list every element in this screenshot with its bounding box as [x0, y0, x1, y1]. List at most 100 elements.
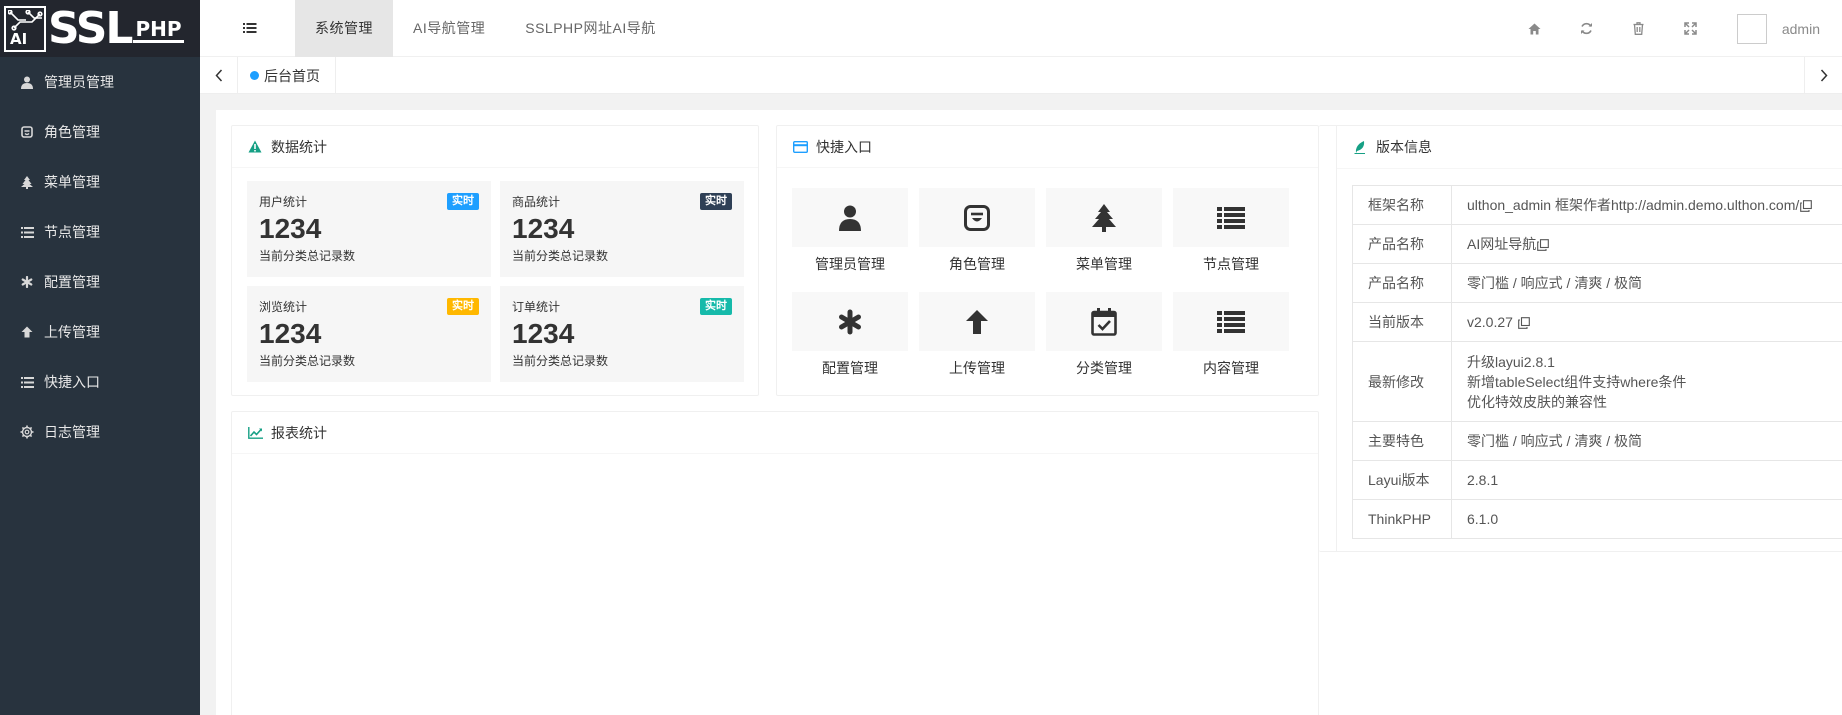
quick-item-label: 节点管理	[1203, 256, 1259, 272]
sidebar-item-log[interactable]: 日志管理	[0, 407, 200, 457]
version-value: 6.1.0	[1451, 499, 1842, 539]
page-tab-label: 后台首页	[264, 67, 320, 84]
quick-item-admin[interactable]: 管理员管理	[792, 188, 908, 273]
stat-value: 1234	[512, 213, 575, 244]
sidebar-item-label: 角色管理	[44, 124, 100, 140]
stat-subtitle: 当前分类总记录数	[259, 249, 356, 263]
stat-title: 商品统计	[512, 195, 561, 209]
sidebar-item-node[interactable]: 节点管理	[0, 207, 200, 257]
quick-item-role[interactable]: 角色管理	[919, 188, 1035, 273]
stat-title: 用户统计	[259, 195, 308, 209]
logo-ai-text: AI	[10, 29, 28, 48]
realtime-badge: 实时	[447, 298, 479, 315]
quick-item-upload[interactable]: 上传管理	[919, 292, 1035, 377]
tab-sslphp-nav[interactable]: SSLPHP网址AI导航	[505, 0, 675, 57]
version-key: 产品名称	[1352, 263, 1452, 303]
table-row: ThinkPHP 6.1.0	[1352, 499, 1842, 539]
quick-item-content[interactable]: 内容管理	[1173, 292, 1289, 377]
quick-item-config[interactable]: 配置管理	[792, 292, 908, 377]
active-dot	[250, 71, 259, 80]
realtime-badge: 实时	[447, 193, 479, 210]
sidebar-item-config[interactable]: 配置管理	[0, 257, 200, 307]
stat-subtitle: 当前分类总记录数	[512, 249, 609, 263]
sidebar-item-label: 日志管理	[44, 424, 100, 440]
logo[interactable]: AI SSL PHP	[0, 0, 200, 57]
version-table: 框架名称 ulthon_admin 框架作者http://admin.demo.…	[1352, 185, 1842, 539]
fullscreen-button[interactable]	[1665, 0, 1717, 57]
tree-icon	[20, 175, 34, 189]
tab-ai-nav[interactable]: AI导航管理	[393, 0, 505, 57]
changelog-line: 新增tableSelect组件支持where条件	[1467, 373, 1687, 390]
quick-item-menu[interactable]: 菜单管理	[1046, 188, 1162, 273]
quick-item-node[interactable]: 节点管理	[1173, 188, 1289, 273]
stat-title: 订单统计	[512, 300, 561, 314]
stat-goods[interactable]: 商品统计 实时 1234 当前分类总记录数	[500, 181, 744, 277]
stat-users[interactable]: 用户统计 实时 1234 当前分类总记录数	[247, 181, 491, 277]
quick-item-category[interactable]: 分类管理	[1046, 292, 1162, 377]
tab-scroll-left-button[interactable]	[200, 57, 238, 94]
sidebar-item-quick[interactable]: 快捷入口	[0, 357, 200, 407]
stat-subtitle: 当前分类总记录数	[512, 354, 609, 368]
sidebar-item-label: 上传管理	[44, 324, 100, 340]
user-name[interactable]: admin	[1782, 21, 1820, 37]
table-row: Layui版本 2.8.1	[1352, 460, 1842, 500]
avatar[interactable]	[1736, 13, 1767, 44]
stat-subtitle: 当前分类总记录数	[259, 354, 356, 368]
table-row: 产品名称 AI网址导航	[1352, 224, 1842, 264]
calendar-check-icon	[1091, 307, 1117, 336]
home-button[interactable]	[1509, 0, 1561, 57]
sidebar-item-role[interactable]: 角色管理	[0, 107, 200, 157]
trash-icon	[1633, 22, 1644, 35]
role-icon	[964, 204, 990, 231]
version-key: 当前版本	[1352, 302, 1452, 342]
report-card: 报表统计	[231, 411, 1319, 715]
copy-icon[interactable]	[1537, 239, 1550, 252]
stats-card-title: 数据统计	[271, 138, 327, 155]
clear-cache-button[interactable]	[1613, 0, 1665, 57]
copy-icon[interactable]	[1800, 200, 1813, 213]
tab-system[interactable]: 系统管理	[295, 0, 393, 57]
version-value: 2.8.1	[1451, 460, 1842, 500]
stat-value: 1234	[259, 318, 322, 349]
refresh-icon	[1581, 22, 1593, 35]
changelog-line: 升级layui2.8.1	[1467, 353, 1555, 370]
report-chart-area[interactable]	[232, 455, 1318, 715]
sidebar-item-label: 管理员管理	[44, 74, 114, 90]
header: 系统管理 AI导航管理 SSLPHP网址AI导航 admin	[200, 0, 1842, 57]
main-content: 数据统计 用户统计 实时 1234 当前分类总记录数 商品统计 实时 1234 …	[216, 110, 1842, 715]
header-actions: admin	[1509, 0, 1842, 57]
menu-fold-icon	[243, 23, 257, 33]
quick-item-label: 管理员管理	[815, 256, 885, 272]
stats-card-header: 数据统计	[232, 126, 758, 168]
page-tab-home[interactable]: 后台首页	[238, 57, 336, 94]
table-row: 当前版本 v2.0.27	[1352, 302, 1842, 342]
version-value: AI网址导航	[1451, 224, 1842, 264]
version-value: v2.0.27	[1451, 302, 1842, 342]
version-key: 框架名称	[1352, 185, 1452, 225]
logo-main-text: SSL	[48, 2, 133, 54]
quick-entry-card: 快捷入口 管理员管理 角色管理 菜单管理 节点管理 配置管理 上传管理 分类管理…	[776, 125, 1319, 396]
sidebar-item-label: 快捷入口	[44, 374, 100, 390]
sidebar: AI SSL PHP 管理员管理 角色管理 菜单管理 节点管理 配置管理 上传管…	[0, 0, 200, 715]
quick-item-label: 配置管理	[822, 360, 878, 376]
user-icon	[839, 205, 861, 231]
line-chart-icon	[247, 425, 263, 441]
tab-scroll-right-button[interactable]	[1804, 57, 1842, 94]
stat-value: 1234	[512, 318, 575, 349]
upload-arrow-icon	[966, 309, 988, 334]
stat-orders[interactable]: 订单统计 实时 1234 当前分类总记录数	[500, 286, 744, 382]
logo-badge: AI	[4, 5, 46, 52]
quick-item-label: 分类管理	[1076, 360, 1132, 376]
menu-toggle-button[interactable]	[240, 19, 260, 37]
sidebar-item-admin[interactable]: 管理员管理	[0, 57, 200, 107]
quick-item-label: 角色管理	[949, 256, 1005, 272]
refresh-button[interactable]	[1561, 0, 1613, 57]
version-key: 产品名称	[1352, 224, 1452, 264]
sidebar-item-upload[interactable]: 上传管理	[0, 307, 200, 357]
stat-views[interactable]: 浏览统计 实时 1234 当前分类总记录数	[247, 286, 491, 382]
sidebar-item-menu[interactable]: 菜单管理	[0, 157, 200, 207]
copy-icon[interactable]	[1517, 317, 1530, 330]
version-value: ulthon_admin 框架作者http://admin.demo.ultho…	[1451, 185, 1842, 225]
version-value: 升级layui2.8.1 新增tableSelect组件支持where条件 优化…	[1451, 341, 1842, 422]
table-row: 最新修改 升级layui2.8.1 新增tableSelect组件支持where…	[1352, 341, 1842, 422]
